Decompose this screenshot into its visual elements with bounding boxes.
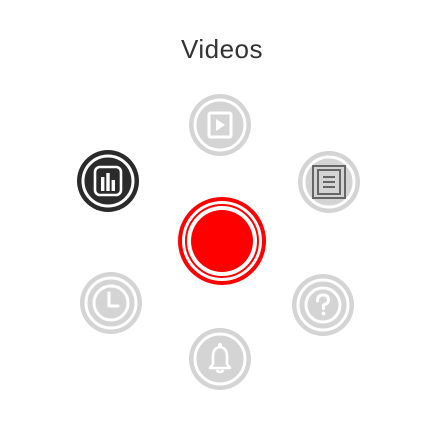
document-icon (302, 155, 356, 209)
bell-icon (193, 332, 247, 386)
history-button[interactable] (80, 272, 142, 334)
notifications-button[interactable] (189, 328, 251, 390)
clock-icon (84, 276, 138, 330)
radial-menu (0, 0, 444, 444)
help-icon (296, 278, 350, 332)
record-button[interactable] (176, 195, 268, 287)
documents-button[interactable] (298, 151, 360, 213)
video-icon (193, 98, 247, 152)
record-icon (178, 197, 266, 285)
statistics-button[interactable] (77, 150, 139, 212)
videos-button[interactable] (189, 94, 251, 156)
bar-chart-icon (81, 154, 135, 208)
help-button[interactable] (292, 274, 354, 336)
